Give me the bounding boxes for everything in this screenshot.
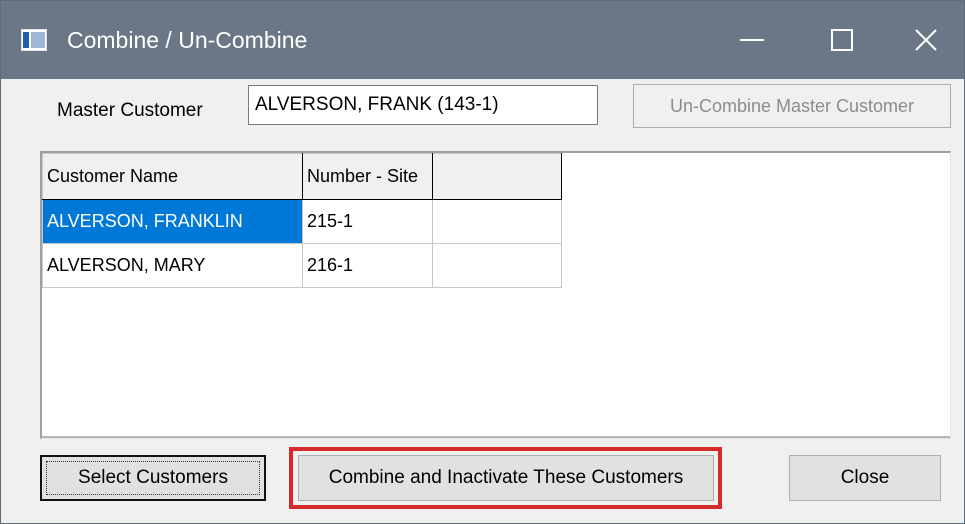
table-row[interactable]: ALVERSON, MARY 216-1 (42, 243, 562, 288)
focus-rectangle (46, 461, 260, 495)
column-header-number-site[interactable]: Number - Site (302, 153, 433, 200)
close-button[interactable]: Close (789, 455, 941, 501)
cell-customer-name[interactable]: ALVERSON, MARY (42, 243, 303, 288)
cell-blank[interactable] (432, 199, 562, 244)
maximize-icon (831, 29, 853, 51)
maximize-button[interactable] (797, 1, 887, 79)
cell-customer-name[interactable]: ALVERSON, FRANKLIN (42, 199, 303, 244)
master-customer-label: Master Customer (57, 100, 203, 121)
app-window-icon (21, 29, 47, 51)
uncombine-master-button[interactable]: Un-Combine Master Customer (633, 84, 951, 128)
customer-grid[interactable]: Customer Name Number - Site ALVERSON, FR… (40, 151, 951, 439)
window-title: Combine / Un-Combine (67, 27, 308, 53)
close-icon (914, 29, 937, 51)
column-header-blank[interactable] (432, 153, 562, 200)
master-customer-field[interactable] (248, 85, 598, 125)
cell-number-site[interactable]: 215-1 (302, 199, 433, 244)
cell-number-site[interactable]: 216-1 (302, 243, 433, 288)
cell-blank[interactable] (432, 243, 562, 288)
combine-inactivate-button[interactable]: Combine and Inactivate These Customers (298, 455, 714, 501)
minimize-button[interactable] (707, 1, 797, 79)
table-row[interactable]: ALVERSON, FRANKLIN 215-1 (42, 199, 562, 244)
table-header-row: Customer Name Number - Site (42, 153, 562, 200)
combine-dialog: Combine / Un-Combine Master Customer Un-… (0, 0, 965, 524)
title-bar[interactable]: Combine / Un-Combine (1, 1, 964, 79)
close-window-button[interactable] (887, 1, 964, 79)
customer-table: Customer Name Number - Site ALVERSON, FR… (42, 153, 562, 288)
select-customers-button[interactable]: Select Customers (40, 455, 266, 501)
minimize-icon (740, 39, 764, 41)
column-header-customer-name[interactable]: Customer Name (42, 153, 303, 200)
